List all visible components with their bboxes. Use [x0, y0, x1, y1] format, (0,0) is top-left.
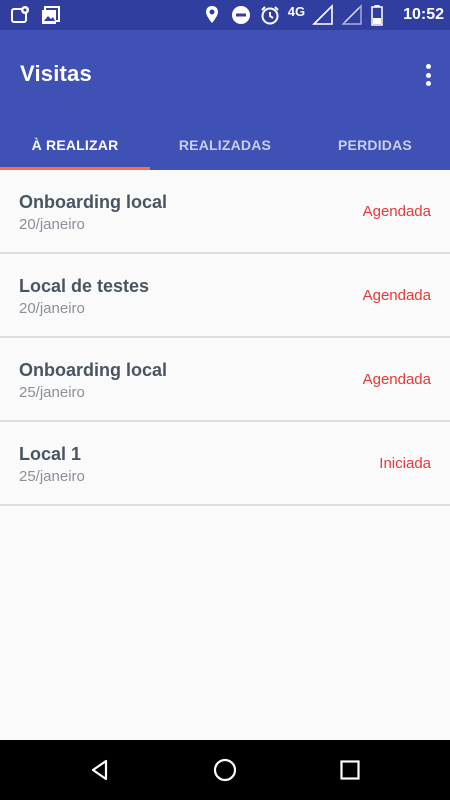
more-vert-icon[interactable] — [422, 64, 434, 86]
visit-date: 25/janeiro — [19, 468, 85, 485]
status-badge: Iniciada — [379, 455, 431, 472]
visit-title: Onboarding local — [19, 192, 168, 212]
recents-icon[interactable] — [336, 756, 364, 784]
gallery-notification-icon — [40, 4, 62, 26]
location-notification-icon — [10, 4, 32, 26]
status-badge: Agendada — [362, 203, 431, 220]
page-title: Visitas — [20, 61, 92, 86]
signal-empty-icon — [341, 4, 363, 26]
network-type-label: 4G — [287, 3, 306, 19]
do-not-disturb-icon — [230, 4, 252, 26]
app-bar: Visitas À REALIZAR REALIZADAS PERDIDAS — [0, 30, 450, 170]
back-icon[interactable] — [86, 756, 114, 784]
list-item[interactable]: Onboarding local 25/janeiro Agendada — [0, 338, 450, 422]
signal-icon — [312, 4, 334, 26]
visit-date: 20/janeiro — [19, 300, 85, 317]
visit-date: 25/janeiro — [19, 384, 85, 401]
tab-a-realizar[interactable]: À REALIZAR — [0, 120, 150, 170]
visit-date: 20/janeiro — [19, 216, 85, 233]
alarm-icon — [259, 4, 281, 26]
list-item[interactable]: Onboarding local 20/janeiro Agendada — [0, 170, 450, 254]
list-item[interactable]: Local de testes 20/janeiro Agendada — [0, 254, 450, 338]
visit-title: Local de testes — [19, 276, 150, 296]
clock: 10:52 — [403, 6, 444, 23]
navigation-bar — [0, 740, 450, 800]
visit-title: Onboarding local — [19, 360, 168, 380]
tab-realizadas[interactable]: REALIZADAS — [150, 120, 300, 170]
status-bar: 4G 10:52 — [0, 0, 450, 30]
tab-bar: À REALIZAR REALIZADAS PERDIDAS — [0, 120, 450, 170]
status-badge: Agendada — [362, 371, 431, 388]
visit-title: Local 1 — [19, 444, 82, 464]
home-icon[interactable] — [211, 756, 239, 784]
status-badge: Agendada — [362, 287, 431, 304]
visits-list: Onboarding local 20/janeiro Agendada Loc… — [0, 170, 450, 506]
battery-icon — [370, 4, 392, 26]
tab-perdidas[interactable]: PERDIDAS — [300, 120, 450, 170]
list-item[interactable]: Local 1 25/janeiro Iniciada — [0, 422, 450, 506]
location-icon — [201, 4, 223, 26]
